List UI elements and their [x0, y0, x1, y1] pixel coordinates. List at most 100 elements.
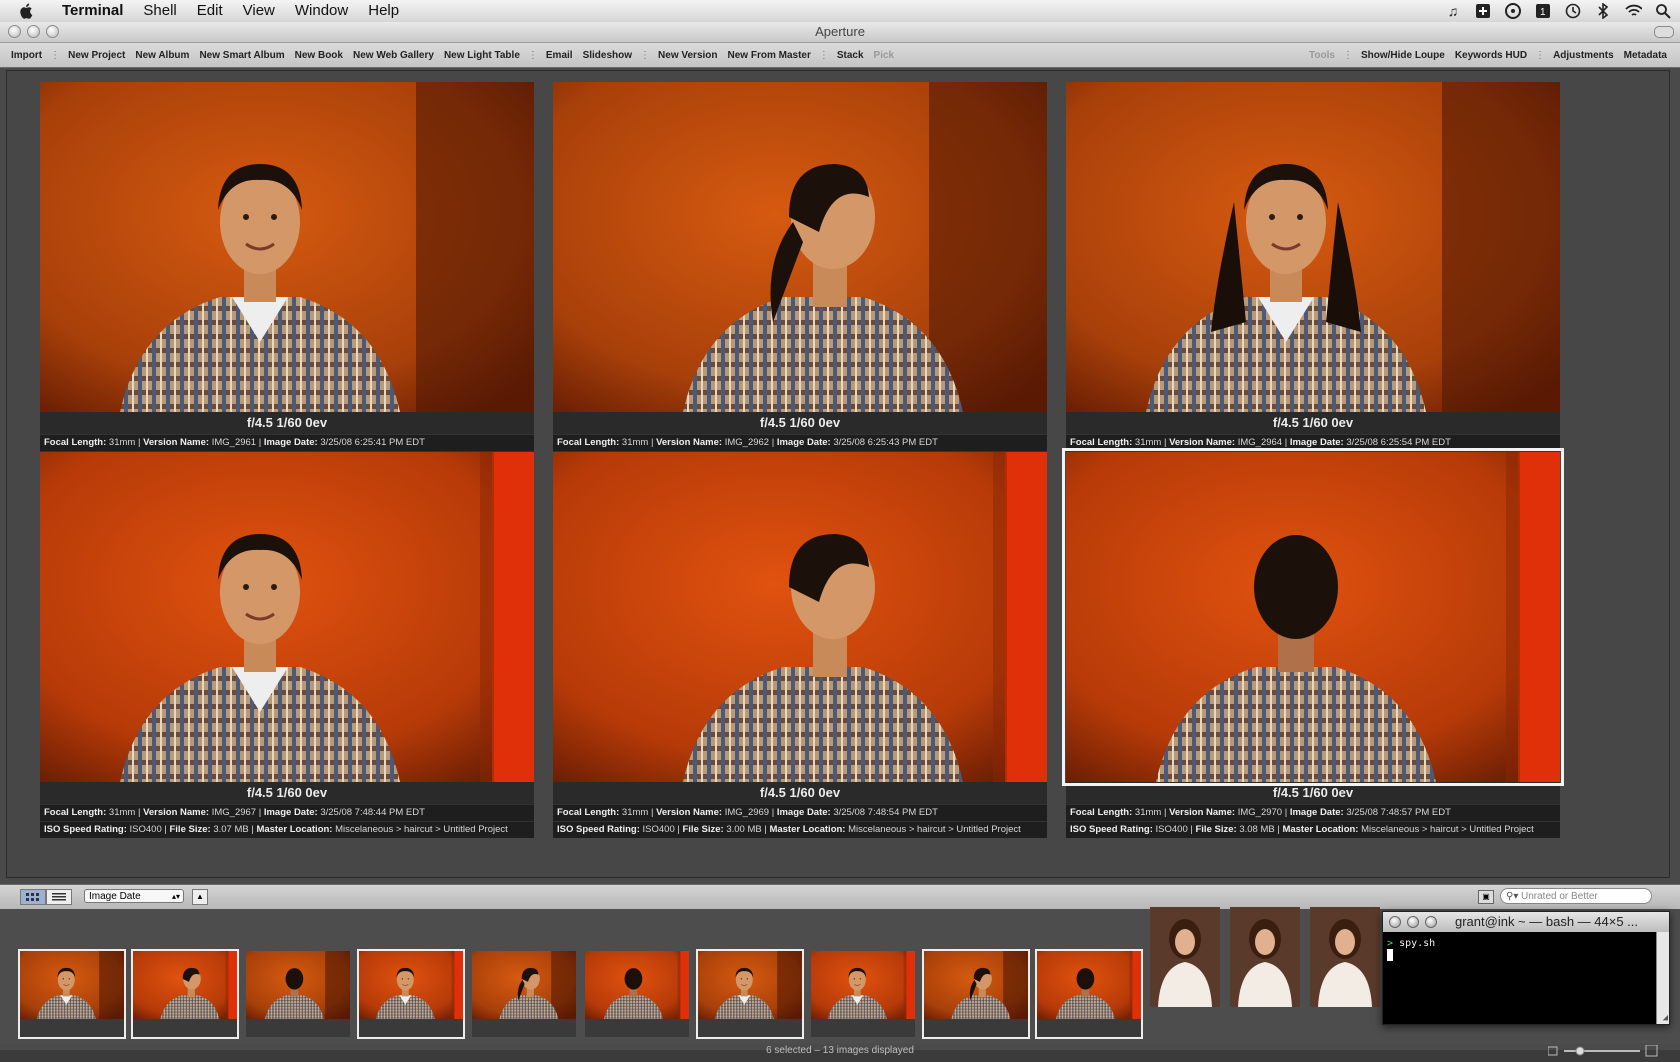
menu-bar: Terminal Shell Edit View Window Help ♫ 1: [0, 0, 1680, 23]
filmstrip-thumbnail[interactable]: [1230, 907, 1300, 1007]
terminal-minimize-button[interactable]: [1407, 916, 1419, 928]
photo-cell[interactable]: f/4.5 1/60 0ev Focal Length: 31mm | Versi…: [40, 82, 534, 468]
plus-icon[interactable]: [1474, 2, 1492, 20]
photo-image[interactable]: [1066, 82, 1560, 412]
terminal-zoom-button[interactable]: [1425, 916, 1437, 928]
menu-extras: ♫ 1: [1444, 0, 1672, 22]
thumbnail-size-slider[interactable]: [1547, 1044, 1658, 1057]
one-password-icon[interactable]: 1: [1534, 2, 1552, 20]
photo-image[interactable]: [40, 452, 534, 782]
wifi-icon[interactable]: [1624, 2, 1642, 20]
filmstrip-thumbnail[interactable]: [1035, 949, 1143, 1039]
menu-terminal[interactable]: Terminal: [52, 0, 133, 22]
slideshow-button[interactable]: Slideshow: [578, 50, 637, 61]
iso-rating: ISO400: [1155, 824, 1188, 835]
photo-cell[interactable]: f/4.5 1/60 0ev Focal Length: 31mm | Versi…: [553, 452, 1047, 838]
keywords-hud-button[interactable]: Keywords HUD: [1450, 50, 1532, 61]
photo-cell[interactable]: f/4.5 1/60 0ev Focal Length: 31mm | Versi…: [1066, 82, 1560, 468]
filmstrip-thumbnail[interactable]: [922, 949, 1030, 1039]
apple-menu-icon[interactable]: [16, 2, 38, 20]
new-web-gallery-button[interactable]: New Web Gallery: [348, 50, 439, 61]
updown-arrows-icon: ▴▾: [171, 892, 180, 901]
toolbar-separator: ⋮: [527, 49, 538, 61]
photo-exposure-caption: f/4.5 1/60 0ev: [40, 412, 534, 434]
spotlight-icon[interactable]: [1654, 2, 1672, 20]
thumbnail-image: [133, 951, 237, 1019]
email-button[interactable]: Email: [541, 50, 578, 61]
stack-button[interactable]: Stack: [832, 50, 869, 61]
image-date: 3/25/08 6:25:41 PM EDT: [320, 437, 425, 448]
photo-cell[interactable]: f/4.5 1/60 0ev Focal Length: 31mm | Versi…: [40, 452, 534, 838]
new-album-button[interactable]: New Album: [130, 50, 194, 61]
time-machine-icon[interactable]: [1564, 2, 1582, 20]
show-hide-loupe-button[interactable]: Show/Hide Loupe: [1356, 50, 1450, 61]
sort-select[interactable]: Image Date ▴▾: [84, 889, 184, 903]
new-smart-album-button[interactable]: New Smart Album: [194, 50, 289, 61]
photo-exposure-caption: f/4.5 1/60 0ev: [1066, 412, 1560, 434]
terminal-output[interactable]: > spy.sh ◢: [1383, 932, 1669, 1024]
new-from-master-button[interactable]: New From Master: [723, 50, 816, 61]
photo-image[interactable]: [553, 452, 1047, 782]
zoom-button[interactable]: [46, 25, 59, 38]
filmstrip-thumbnail[interactable]: [1310, 907, 1380, 1007]
photo-metadata-line-2: ISO Speed Rating: ISO400 | File Size: 3.…: [40, 821, 534, 838]
filmstrip-thumbnail[interactable]: [585, 951, 689, 1037]
menu-edit[interactable]: Edit: [187, 0, 233, 22]
close-button[interactable]: [8, 25, 21, 38]
thumbnail-image: [811, 951, 915, 1019]
iso-rating: ISO400: [642, 824, 675, 835]
thumbnail-image: [698, 951, 802, 1019]
new-book-button[interactable]: New Book: [290, 50, 348, 61]
photo-metadata-line-1: Focal Length: 31mm | Version Name: IMG_2…: [553, 434, 1047, 451]
list-view-button[interactable]: [46, 889, 72, 905]
photo-cell[interactable]: f/4.5 1/60 0ev Focal Length: 31mm | Versi…: [1062, 448, 1564, 838]
bluetooth-icon[interactable]: [1594, 2, 1612, 20]
resize-grip-icon[interactable]: ◢: [1663, 1013, 1668, 1023]
filmstrip-thumbnail[interactable]: [1150, 907, 1220, 1007]
color-wheel-icon[interactable]: [1504, 2, 1522, 20]
version-name: IMG_2967: [211, 807, 257, 818]
photo-exposure-caption: f/4.5 1/60 0ev: [553, 412, 1047, 434]
music-note-icon[interactable]: ♫: [1444, 2, 1462, 20]
search-filter-input[interactable]: ⚲▾ Unrated or Better: [1500, 888, 1652, 904]
menu-view[interactable]: View: [233, 0, 285, 22]
photo-metadata-line-2: ISO Speed Rating: ISO400 | File Size: 3.…: [553, 821, 1047, 838]
filter-hud-icon[interactable]: ▣: [1478, 890, 1494, 904]
sort-direction-button[interactable]: ▲: [192, 889, 208, 905]
terminal-close-button[interactable]: [1389, 916, 1401, 928]
menu-help[interactable]: Help: [358, 0, 409, 22]
focal-length: 31mm: [621, 437, 649, 448]
photo-image[interactable]: [1062, 448, 1564, 786]
terminal-titlebar[interactable]: grant@ink ~ — bash — 44×5 ...: [1383, 912, 1669, 932]
photo-image[interactable]: [553, 82, 1047, 412]
filmstrip-thumbnail[interactable]: [696, 949, 804, 1039]
filmstrip-thumbnail[interactable]: [811, 951, 915, 1037]
grid-view-button[interactable]: [20, 889, 46, 905]
toolbar: Import ⋮ New Project New Album New Smart…: [0, 43, 1680, 68]
filmstrip-thumbnail[interactable]: [357, 949, 465, 1039]
terminal-scrollbar[interactable]: [1656, 932, 1669, 1024]
filmstrip-thumbnail[interactable]: [472, 951, 576, 1037]
filmstrip-thumbnail[interactable]: [246, 951, 350, 1037]
filmstrip-thumbnail[interactable]: [131, 949, 239, 1039]
metadata-button[interactable]: Metadata: [1619, 50, 1672, 61]
window-titlebar: Aperture: [0, 22, 1680, 43]
adjustments-button[interactable]: Adjustments: [1548, 50, 1619, 61]
filmstrip-thumbnail[interactable]: [18, 949, 126, 1039]
photo-metadata-line-1: Focal Length: 31mm | Version Name: IMG_2…: [40, 434, 534, 451]
thumbnail-image: [246, 951, 350, 1019]
terminal-title: grant@ink ~ — bash — 44×5 ...: [1455, 914, 1639, 929]
minimize-button[interactable]: [27, 25, 40, 38]
photo-cell[interactable]: f/4.5 1/60 0ev Focal Length: 31mm | Versi…: [553, 82, 1047, 468]
menu-shell[interactable]: Shell: [133, 0, 186, 22]
new-light-table-button[interactable]: New Light Table: [439, 50, 525, 61]
new-version-button[interactable]: New Version: [653, 50, 722, 61]
toolbar-toggle-button[interactable]: [1654, 26, 1674, 38]
import-button[interactable]: Import: [6, 50, 47, 61]
terminal-window[interactable]: grant@ink ~ — bash — 44×5 ... > spy.sh ◢: [1382, 911, 1670, 1025]
tools-button[interactable]: Tools: [1304, 50, 1340, 61]
photo-image[interactable]: [40, 82, 534, 412]
new-project-button[interactable]: New Project: [63, 50, 130, 61]
pick-button[interactable]: Pick: [869, 50, 900, 61]
menu-window[interactable]: Window: [285, 0, 358, 22]
